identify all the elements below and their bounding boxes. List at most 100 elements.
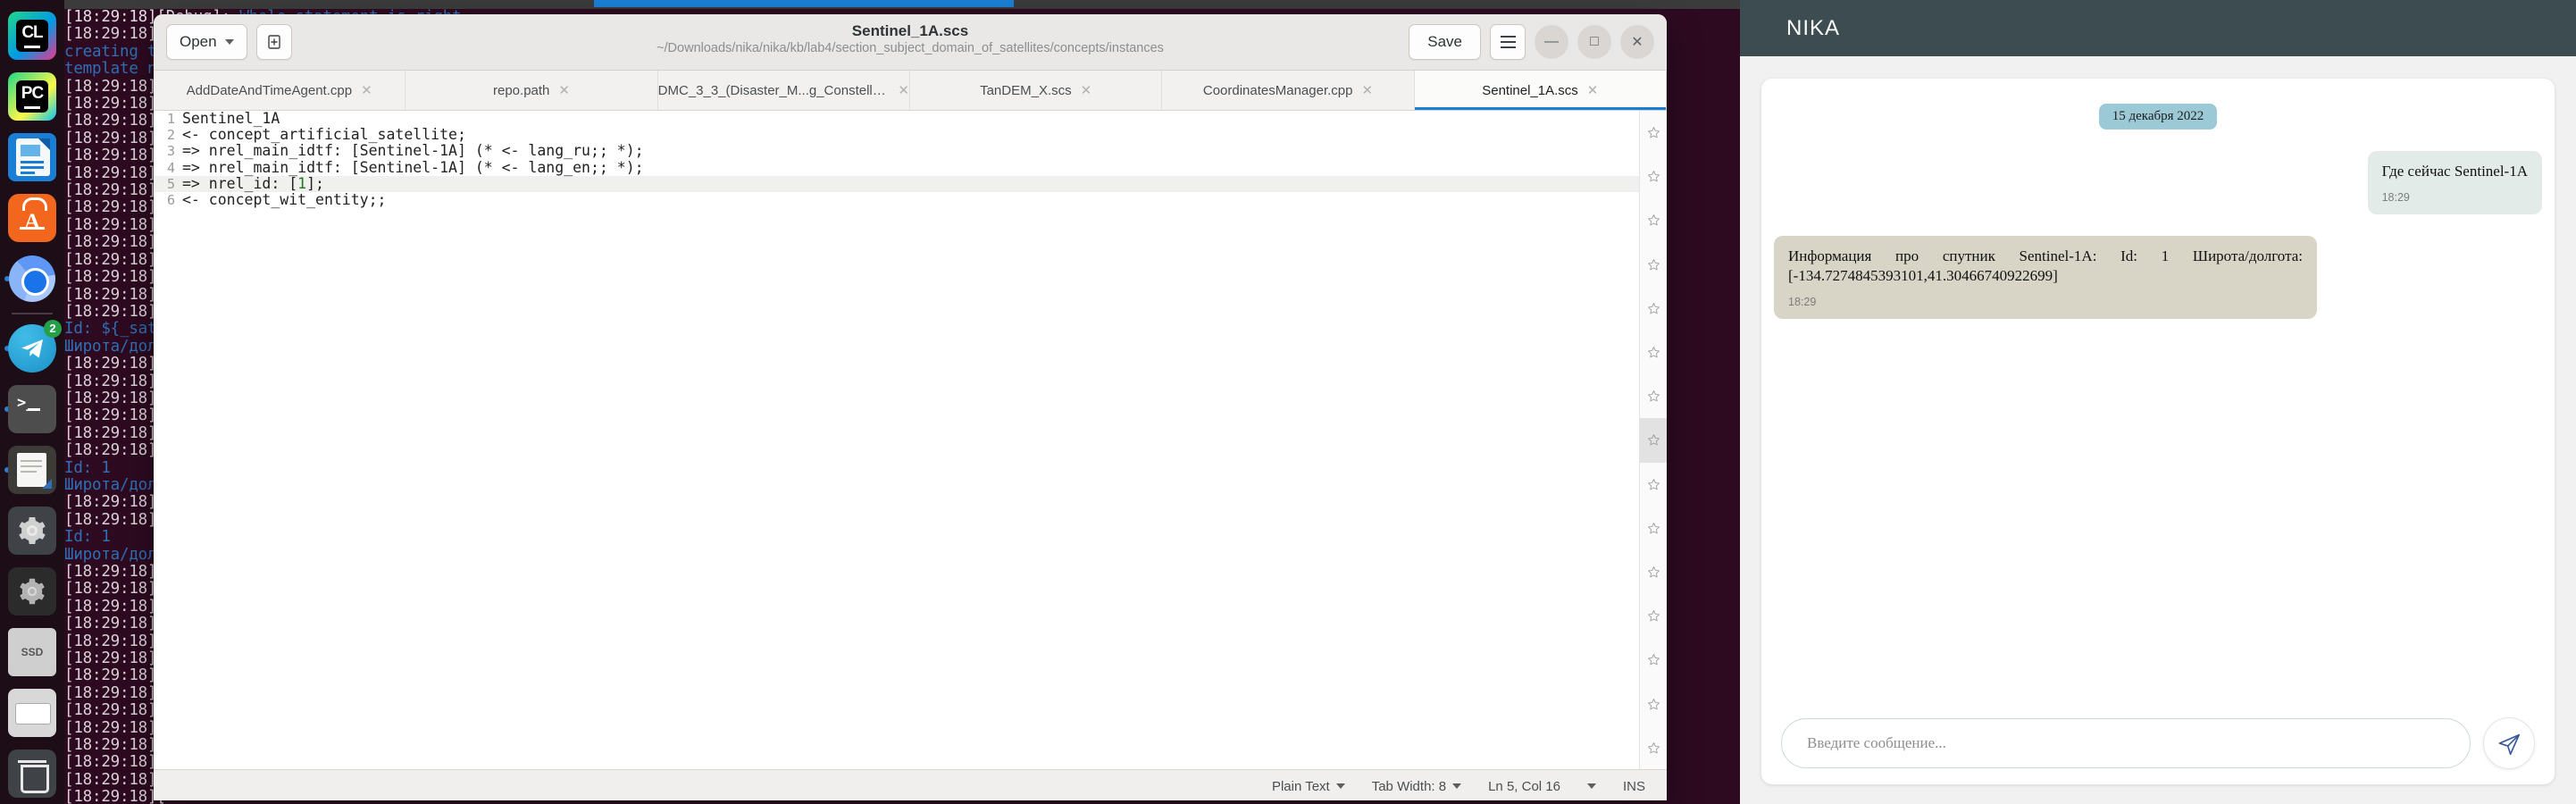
editor-tab[interactable]: DMC_3_3_(Disaster_M...g_Constellation).s…	[658, 71, 910, 110]
code-lines[interactable]: 1 Sentinel_1A 2 <- concept_artificial_satel…	[154, 111, 1639, 208]
star-icon	[1647, 566, 1660, 578]
code-text: <- concept_artificial_satellite;	[182, 126, 466, 144]
dock-item-system-settings[interactable]	[0, 561, 64, 622]
bookmark-row[interactable]	[1640, 638, 1667, 682]
message-list[interactable]: 15 декабря 2022 Где сейчас Sentinel-1A 1…	[1761, 79, 2555, 702]
nika-header: NIKA	[1740, 0, 2576, 56]
line-number: 2	[166, 127, 175, 144]
terminal-titlebar	[0, 0, 1740, 9]
dock-separator	[12, 313, 53, 314]
files-icon	[8, 689, 56, 738]
clion-label: CL	[21, 23, 43, 42]
line-number: 5	[166, 175, 175, 192]
editor-tab[interactable]: TanDEM_X.scs ✕	[910, 71, 1163, 110]
dock-item-telegram[interactable]: 2	[0, 318, 64, 379]
dock-item-clion[interactable]: CL	[0, 5, 64, 66]
app-center-icon: A	[8, 194, 56, 243]
code-text: Sentinel_1A	[182, 111, 280, 127]
bookmark-row[interactable]	[1640, 155, 1667, 198]
code-line[interactable]: 6 <- concept_wit_entity;;	[154, 191, 1639, 208]
nika-panel: NIKA 15 декабря 2022 Где сейчас Sentinel…	[1740, 0, 2576, 804]
code-line[interactable]: 4 => nrel_main_idtf: [Sentinel-1A] (* <- …	[154, 159, 1639, 176]
system-gear-icon	[8, 567, 56, 616]
bookmark-row[interactable]	[1640, 243, 1667, 287]
new-document-button[interactable]	[255, 24, 292, 60]
dock-item-files[interactable]	[0, 683, 64, 743]
code-line[interactable]: 3 => nrel_main_idtf: [Sentinel-1A] (* <- …	[154, 143, 1639, 160]
bookmark-row[interactable]	[1640, 682, 1667, 725]
bookmark-row[interactable]	[1640, 198, 1667, 242]
insert-mode[interactable]: INS	[1623, 779, 1645, 794]
dock-item-app-center[interactable]: A	[0, 188, 64, 248]
message-row-incoming: Информация про спутник Sentinel-1A: Id: …	[1774, 236, 2542, 319]
editor-tab-label: TanDEM_X.scs	[980, 82, 1072, 98]
star-icon	[1647, 347, 1660, 358]
dock-item-chromium[interactable]	[0, 248, 64, 309]
cursor-position[interactable]: Ln 5, Col 16	[1488, 779, 1560, 794]
bookmark-gutter[interactable]	[1639, 111, 1667, 769]
close-icon[interactable]: ✕	[1081, 82, 1092, 98]
editor-tab[interactable]: AddDateAndTimeAgent.cpp ✕	[154, 71, 406, 110]
drive-icon: SSD	[8, 628, 56, 677]
code-line[interactable]: 2 <- concept_artificial_satellite;	[154, 126, 1639, 144]
bookmark-row[interactable]	[1640, 726, 1667, 770]
tab-width-selector[interactable]: Tab Width: 8	[1372, 779, 1462, 794]
editor-tab[interactable]: repo.path ✕	[406, 71, 658, 110]
new-document-icon	[267, 35, 280, 49]
close-icon[interactable]: ✕	[898, 82, 909, 98]
close-icon[interactable]: ✕	[1587, 82, 1599, 98]
close-icon[interactable]: ✕	[361, 82, 372, 98]
bookmark-row[interactable]	[1640, 111, 1667, 155]
star-icon	[1647, 258, 1660, 270]
message-input[interactable]	[1805, 733, 2446, 753]
application-dock[interactable]: CL PC A 2 >_ SSD	[0, 0, 64, 804]
gear-icon	[8, 506, 56, 555]
close-button[interactable]: ✕	[1620, 25, 1654, 59]
bookmark-row[interactable]	[1640, 507, 1667, 550]
code-line[interactable]: 5 => nrel_id: [1];	[154, 174, 1639, 192]
message-text-line-1: Информация про спутник Sentinel-1A: Id: …	[1788, 247, 2303, 264]
dock-item-text-editor[interactable]	[0, 440, 64, 500]
dock-item-terminal[interactable]: >_	[0, 379, 64, 440]
dock-item-libreoffice[interactable]	[0, 127, 64, 188]
numeric-literal: 1	[297, 174, 307, 192]
language-selector[interactable]: Plain Text	[1272, 779, 1345, 794]
bookmark-row[interactable]	[1640, 331, 1667, 374]
text-editor-icon	[8, 445, 56, 494]
chromium-icon	[8, 255, 56, 303]
editor-tab-label: Sentinel_1A.scs	[1482, 82, 1578, 98]
goto-line-dropdown[interactable]	[1586, 783, 1596, 789]
code-area[interactable]: 1 Sentinel_1A 2 <- concept_artificial_satel…	[154, 111, 1639, 769]
pycharm-label: PC	[21, 84, 44, 104]
terminal-icon: >_	[8, 384, 56, 433]
editor-tab[interactable]: Sentinel_1A.scs ✕	[1414, 71, 1667, 110]
dock-item-pycharm[interactable]: PC	[0, 66, 64, 127]
save-button[interactable]: Save	[1409, 24, 1481, 60]
clion-icon: CL	[8, 12, 56, 60]
bookmark-row[interactable]	[1640, 550, 1667, 594]
message-input-wrapper[interactable]	[1781, 718, 2471, 768]
bookmark-row[interactable]	[1640, 594, 1667, 638]
terminal-titlebar-accent	[594, 0, 1014, 7]
close-icon[interactable]: ✕	[1361, 82, 1373, 98]
editor-tab-bar[interactable]: AddDateAndTimeAgent.cpp ✕ repo.path ✕ DMC_3_…	[154, 71, 1667, 111]
maximize-button[interactable]: □	[1577, 25, 1611, 59]
code-line[interactable]: 1 Sentinel_1A	[154, 111, 1639, 127]
bookmark-row[interactable]	[1640, 287, 1667, 331]
bookmark-row[interactable]	[1640, 463, 1667, 507]
pycharm-icon: PC	[8, 72, 56, 121]
menu-button[interactable]	[1490, 24, 1526, 60]
minimize-button[interactable]: —	[1535, 25, 1568, 59]
editor-tab[interactable]: CoordinatesManager.cpp ✕	[1162, 71, 1415, 110]
dock-item-settings[interactable]	[0, 500, 64, 561]
text-editor-window: Open Sentinel_1A.scs ~/Downloads/nika/ni…	[154, 14, 1667, 800]
dock-item-ssd-drive[interactable]: SSD	[0, 622, 64, 683]
dock-item-trash[interactable]	[0, 743, 64, 804]
bookmark-row[interactable]	[1640, 418, 1667, 463]
message-bubble-outgoing[interactable]: Где сейчас Sentinel-1A 18:29	[2367, 151, 2542, 214]
open-button[interactable]: Open	[166, 24, 247, 60]
bookmark-row[interactable]	[1640, 374, 1667, 418]
close-icon[interactable]: ✕	[558, 82, 570, 98]
message-bubble-incoming[interactable]: Информация про спутник Sentinel-1A: Id: …	[1774, 236, 2317, 319]
send-button[interactable]	[2483, 717, 2535, 769]
